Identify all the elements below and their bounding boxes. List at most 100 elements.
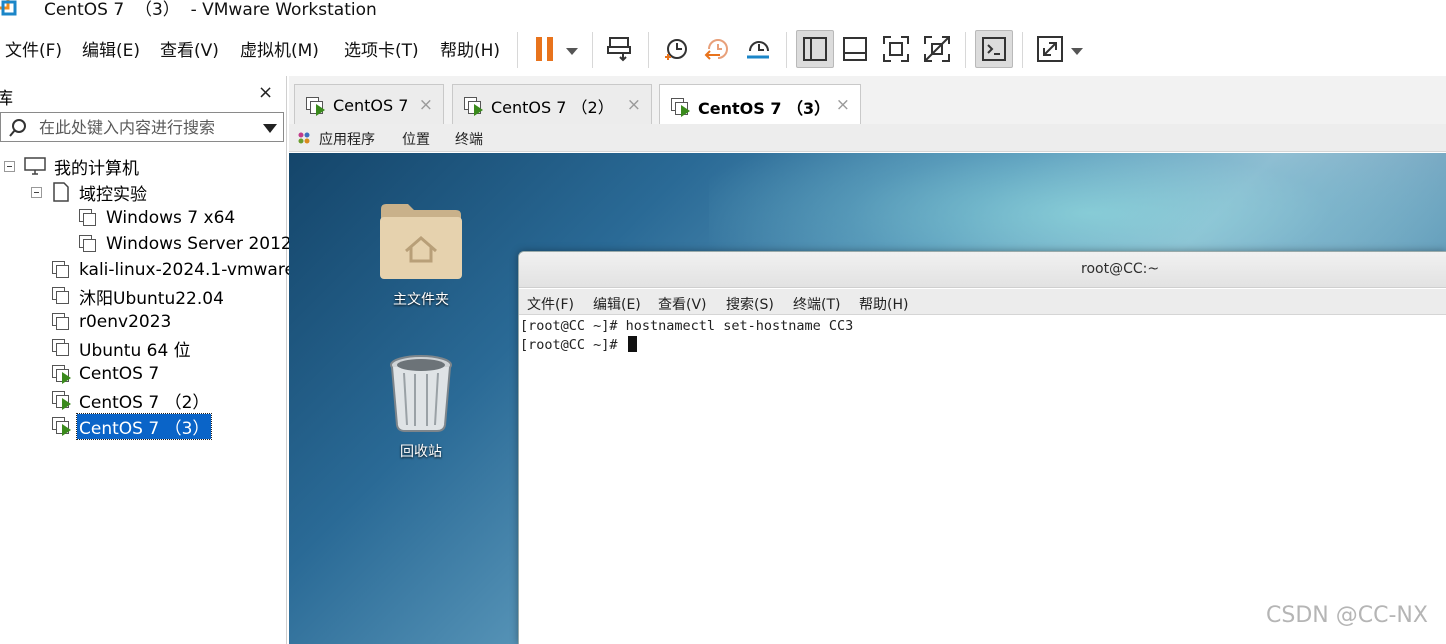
search-dropdown-caret[interactable] bbox=[263, 124, 277, 133]
running-vm-icon bbox=[51, 364, 71, 384]
pause-dropdown-caret[interactable] bbox=[566, 48, 578, 55]
tree-item-vm-running[interactable]: CentOS 7 （2） bbox=[51, 388, 211, 413]
menu-view[interactable]: 查看(V) bbox=[160, 36, 219, 61]
send-ctrl-alt-del-button[interactable] bbox=[601, 30, 639, 68]
stretch-guest-button[interactable] bbox=[1031, 30, 1069, 68]
computer-icon bbox=[24, 157, 46, 175]
desktop-home-folder[interactable]: 主文件夹 bbox=[366, 199, 476, 309]
tree-item-my-computer[interactable]: 我的计算机 bbox=[4, 154, 141, 179]
tree-item-label: CentOS 7 bbox=[79, 364, 160, 384]
tab-centos-7-3[interactable]: CentOS 7 （3） × bbox=[659, 84, 861, 128]
tree-item-vm[interactable]: kali-linux-2024.1-vmware bbox=[51, 258, 297, 282]
terminal-window[interactable]: root@CC:~ 文件(F) 编辑(E) 查看(V) 搜索(S) 终端(T) … bbox=[518, 251, 1446, 644]
library-panel: 库 × 我的计算机 域控实验 Windows 7 x64 bbox=[0, 76, 295, 644]
guest-terminal-menu[interactable]: 终端 bbox=[455, 129, 483, 149]
tree-item-label: CentOS 7 （3） bbox=[75, 412, 213, 440]
terminal-menu-terminal[interactable]: 终端(T) bbox=[793, 294, 840, 314]
pause-icon bbox=[536, 37, 553, 61]
terminal-cursor bbox=[627, 336, 637, 352]
tree-item-vm-running-selected[interactable]: CentOS 7 （3） bbox=[51, 412, 213, 440]
thumbnail-bar-button[interactable] bbox=[836, 30, 874, 68]
tree-item-label: Ubuntu 64 位 bbox=[79, 340, 191, 361]
window-title: CentOS 7 （3） - VMware Workstation bbox=[44, 0, 377, 20]
tab-centos-7-2[interactable]: CentOS 7 （2） × bbox=[452, 84, 652, 126]
unity-icon bbox=[924, 36, 950, 62]
unity-button[interactable] bbox=[918, 30, 956, 68]
menu-tabs[interactable]: 选项卡(T) bbox=[344, 36, 419, 61]
terminal-menu-edit[interactable]: 编辑(E) bbox=[593, 294, 641, 314]
terminal-menu-search[interactable]: 搜索(S) bbox=[726, 294, 774, 314]
toolbar-separator bbox=[965, 32, 966, 68]
pause-button[interactable] bbox=[526, 30, 564, 68]
terminal-menu-view[interactable]: 查看(V) bbox=[658, 294, 707, 314]
search-icon bbox=[9, 119, 26, 137]
tab-close-button[interactable]: × bbox=[627, 95, 641, 115]
tree-item-label: 我的计算机 bbox=[54, 158, 139, 179]
tree-item-label: 域控实验 bbox=[79, 184, 147, 205]
terminal-line: [root@CC ~]# hostnamectl set-hostname CC… bbox=[520, 318, 854, 334]
tree-item-label: r0env2023 bbox=[79, 312, 172, 332]
menu-file[interactable]: 文件(F) bbox=[5, 36, 62, 61]
desktop-icon-label: 回收站 bbox=[400, 444, 442, 460]
stretch-guest-icon bbox=[1037, 36, 1063, 62]
tab-close-button[interactable]: × bbox=[836, 95, 850, 115]
library-search-input[interactable] bbox=[39, 115, 249, 139]
toolbar-separator bbox=[592, 32, 593, 68]
collapse-toggle[interactable] bbox=[31, 187, 42, 198]
library-view-icon bbox=[803, 37, 827, 61]
full-screen-button[interactable] bbox=[877, 30, 915, 68]
revert-snapshot-button[interactable] bbox=[698, 30, 736, 68]
tree-item-vm[interactable]: Ubuntu 64 位 bbox=[51, 336, 193, 361]
tree-item-label: 沐阳Ubuntu22.04 bbox=[79, 288, 224, 309]
applications-icon bbox=[298, 132, 310, 144]
running-vm-icon bbox=[305, 96, 325, 116]
trash-icon bbox=[390, 355, 452, 432]
stretch-dropdown-caret[interactable] bbox=[1071, 48, 1083, 55]
tree-item-vm[interactable]: Windows 7 x64 bbox=[78, 206, 237, 230]
full-screen-icon bbox=[883, 36, 909, 62]
send-ctrl-alt-del-icon bbox=[607, 37, 631, 62]
vm-icon bbox=[51, 338, 71, 358]
library-search-box[interactable] bbox=[0, 112, 284, 142]
tab-label: CentOS 7 bbox=[333, 96, 409, 115]
library-close-button[interactable]: × bbox=[258, 82, 273, 103]
menu-edit[interactable]: 编辑(E) bbox=[82, 36, 140, 61]
tree-item-label: kali-linux-2024.1-vmware bbox=[79, 260, 295, 280]
menu-help[interactable]: 帮助(H) bbox=[440, 36, 500, 61]
snapshot-manager-button[interactable] bbox=[739, 30, 777, 68]
toolbar-separator bbox=[1022, 32, 1023, 68]
terminal-menu-file[interactable]: 文件(F) bbox=[527, 294, 574, 314]
library-view-button[interactable] bbox=[796, 30, 834, 68]
tree-item-vm-running[interactable]: CentOS 7 bbox=[51, 362, 161, 386]
take-snapshot-button[interactable] bbox=[657, 30, 695, 68]
terminal-menu-help[interactable]: 帮助(H) bbox=[859, 294, 908, 314]
vmware-logo-icon bbox=[0, 0, 17, 16]
tab-centos-7[interactable]: CentOS 7 × bbox=[294, 84, 444, 126]
terminal-title-bar[interactable]: root@CC:~ bbox=[519, 252, 1446, 288]
terminal-output[interactable]: [root@CC ~]# hostnamectl set-hostname CC… bbox=[519, 316, 1446, 644]
guest-applications-menu[interactable]: 应用程序 bbox=[319, 129, 375, 149]
watermark: CSDN @CC-NX bbox=[1266, 603, 1428, 628]
guest-places-menu[interactable]: 位置 bbox=[402, 129, 430, 149]
toolbar-separator bbox=[517, 32, 518, 68]
tab-close-button[interactable]: × bbox=[419, 95, 433, 115]
desktop-trash[interactable]: 回收站 bbox=[366, 353, 476, 461]
running-vm-icon bbox=[463, 96, 483, 116]
collapse-toggle[interactable] bbox=[4, 161, 15, 172]
tree-item-vm[interactable]: r0env2023 bbox=[51, 310, 173, 334]
console-view-button[interactable] bbox=[975, 30, 1013, 68]
menu-vm[interactable]: 虚拟机(M) bbox=[240, 36, 319, 61]
home-folder-icon bbox=[380, 204, 462, 279]
toolbar-separator bbox=[648, 32, 649, 68]
running-vm-icon bbox=[51, 390, 71, 410]
toolbar-separator bbox=[786, 32, 787, 68]
tree-item-vm[interactable]: 沐阳Ubuntu22.04 bbox=[51, 284, 226, 309]
snapshot-icon bbox=[665, 39, 687, 60]
desktop-icon-label: 主文件夹 bbox=[393, 292, 449, 308]
tree-item-vm[interactable]: Windows Server 2012 bbox=[78, 232, 294, 256]
terminal-title: root@CC:~ bbox=[1081, 261, 1160, 277]
folder-icon bbox=[53, 182, 69, 202]
tree-item-folder[interactable]: 域控实验 bbox=[31, 180, 149, 205]
vm-icon bbox=[78, 208, 98, 228]
terminal-menu-bar: 文件(F) 编辑(E) 查看(V) 搜索(S) 终端(T) 帮助(H) bbox=[519, 289, 1446, 315]
